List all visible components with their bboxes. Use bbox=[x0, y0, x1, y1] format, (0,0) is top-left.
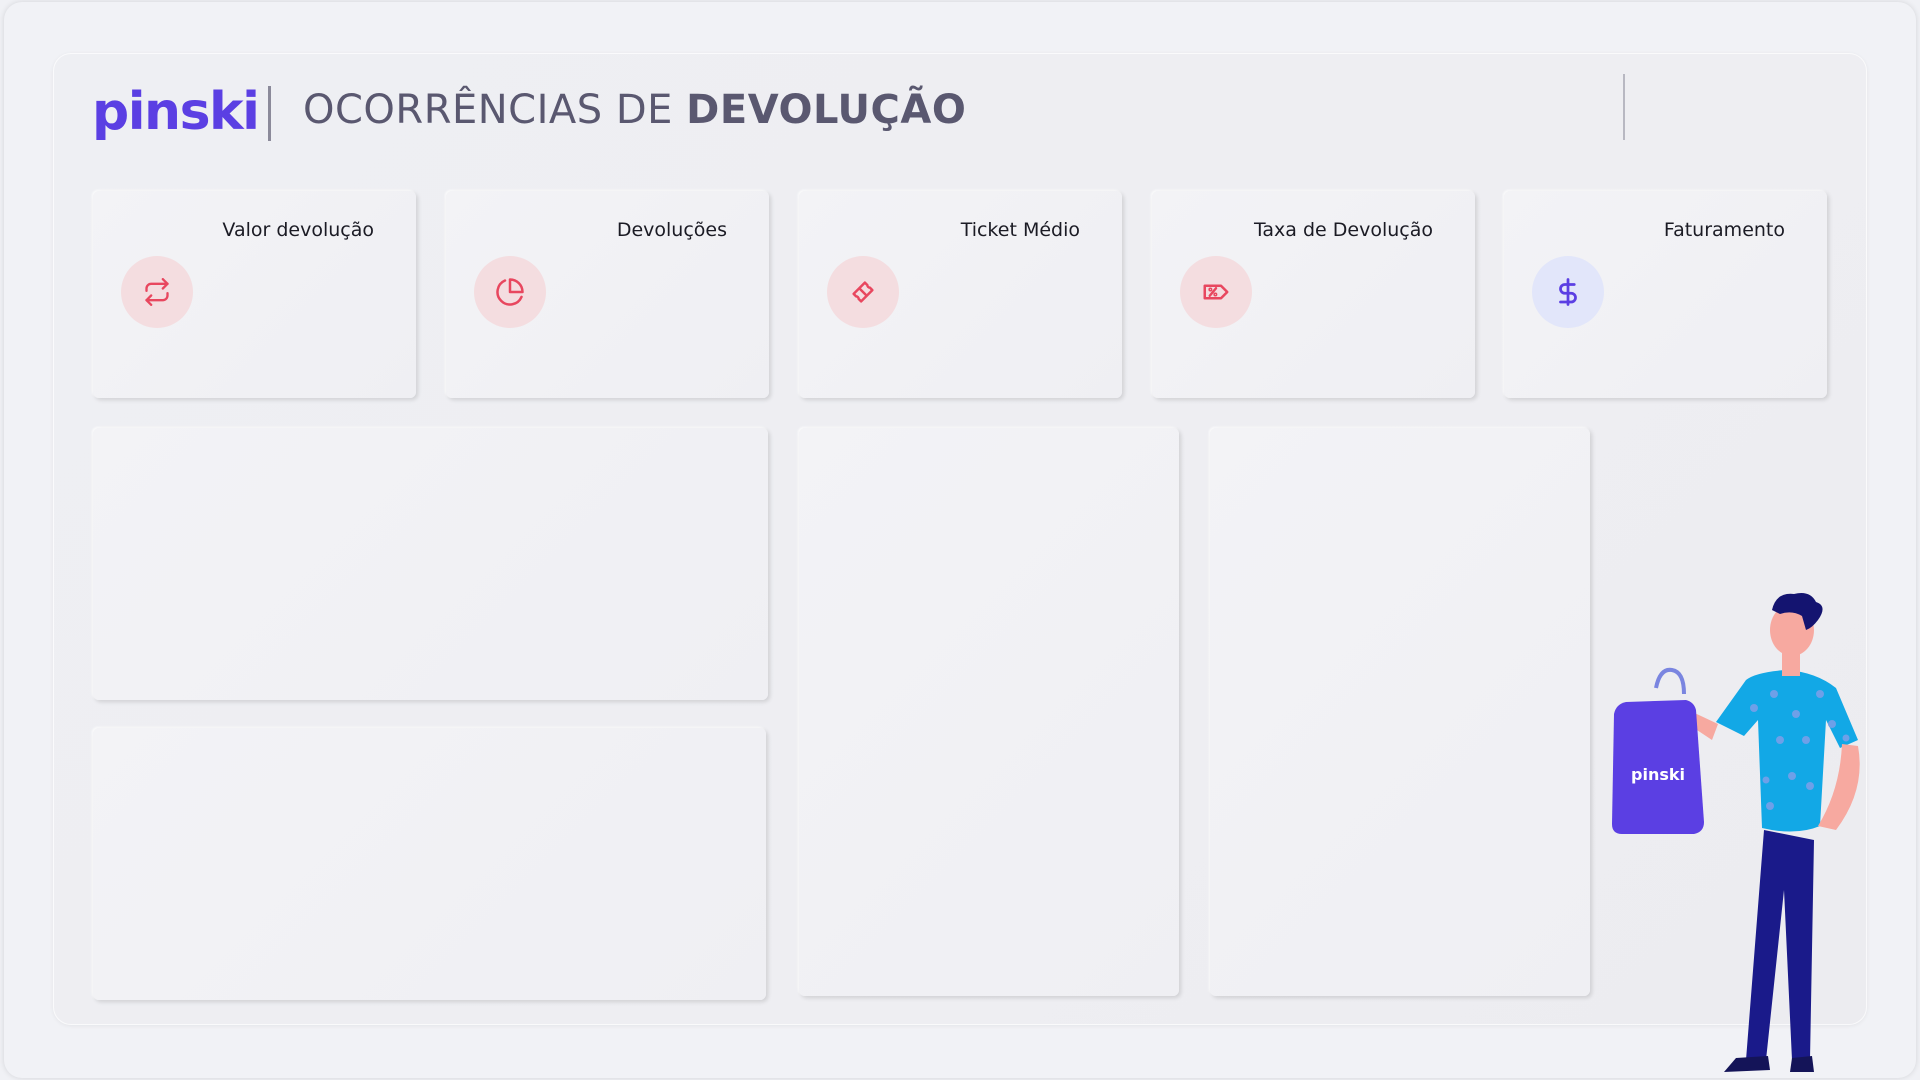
kpi-label: Devoluções bbox=[616, 219, 727, 241]
ticket-icon bbox=[827, 256, 899, 328]
kpi-card-valor-devolucao: Valor devolução bbox=[93, 191, 416, 398]
pie-chart-icon bbox=[474, 256, 546, 328]
shopper-illustration: pinski bbox=[1596, 590, 1906, 1080]
page-title-light: OCORRÊNCIAS DE bbox=[303, 87, 687, 133]
repeat-icon bbox=[121, 256, 193, 328]
kpi-card-faturamento: Faturamento bbox=[1504, 191, 1827, 398]
chart-card-bottom-left bbox=[93, 728, 766, 1000]
chart-card-top-left bbox=[93, 428, 768, 700]
kpi-label: Valor devolução bbox=[222, 219, 374, 241]
header-right-divider bbox=[1623, 74, 1625, 140]
kpi-card-taxa-devolucao: Taxa de Devolução bbox=[1152, 191, 1475, 398]
bag-logo-text: pinski bbox=[1631, 765, 1685, 784]
title-divider bbox=[268, 86, 271, 141]
chart-card-middle bbox=[799, 428, 1179, 996]
discount-tag-icon bbox=[1180, 256, 1252, 328]
kpi-label: Ticket Médio bbox=[960, 219, 1080, 241]
dollar-icon bbox=[1532, 256, 1604, 328]
kpi-label: Faturamento bbox=[1663, 219, 1785, 241]
kpi-card-ticket-medio: Ticket Médio bbox=[799, 191, 1122, 398]
page-title: OCORRÊNCIAS DE DEVOLUÇÃO bbox=[303, 87, 966, 133]
chart-card-right bbox=[1210, 428, 1590, 996]
brand-logo: pinski bbox=[92, 82, 260, 142]
page-title-bold: DEVOLUÇÃO bbox=[686, 87, 967, 133]
kpi-card-devolucoes: Devoluções bbox=[446, 191, 769, 398]
kpi-label: Taxa de Devolução bbox=[1253, 219, 1433, 241]
